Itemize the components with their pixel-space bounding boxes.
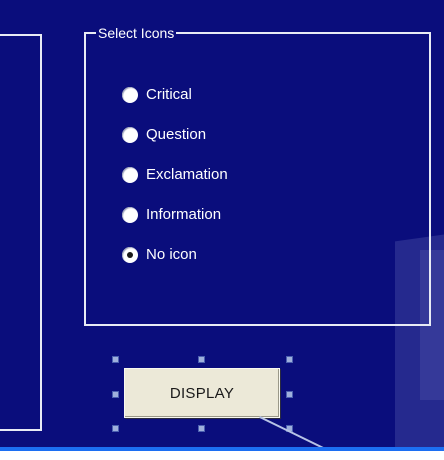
radio-question[interactable]: Question xyxy=(122,124,206,146)
window-bottom-strip xyxy=(0,451,444,460)
radio-button-checked[interactable] xyxy=(122,247,138,263)
left-panel-frame xyxy=(0,34,42,431)
resize-handle-bottom-center[interactable] xyxy=(198,425,205,432)
radio-label-no-icon: No icon xyxy=(146,246,197,263)
resize-handle-bottom-left[interactable] xyxy=(112,425,119,432)
resize-handle-middle-left[interactable] xyxy=(112,391,119,398)
radio-button[interactable] xyxy=(122,87,138,103)
radio-button[interactable] xyxy=(122,127,138,143)
resize-handle-middle-right[interactable] xyxy=(286,391,293,398)
resize-handle-top-center[interactable] xyxy=(198,356,205,363)
radio-no-icon[interactable]: No icon xyxy=(122,244,197,266)
radio-exclamation[interactable]: Exclamation xyxy=(122,164,228,186)
radio-label-information: Information xyxy=(146,206,222,223)
display-button-label: DISPLAY xyxy=(169,384,235,402)
radio-information[interactable]: Information xyxy=(122,204,221,226)
radio-label-critical: Critical xyxy=(146,86,192,103)
resize-handle-top-left[interactable] xyxy=(112,356,119,363)
groupbox-legend: Select Icons xyxy=(96,24,177,42)
radio-button[interactable] xyxy=(122,207,138,223)
radio-button[interactable] xyxy=(122,167,138,183)
radio-label-exclamation: Exclamation xyxy=(146,166,228,183)
resize-handle-top-right[interactable] xyxy=(286,356,293,363)
radio-label-question: Question xyxy=(146,126,207,143)
radio-critical[interactable]: Critical xyxy=(122,84,192,106)
form-canvas: Select Icons Critical Question Exclamati… xyxy=(0,0,444,460)
display-button[interactable]: DISPLAY xyxy=(124,368,280,418)
